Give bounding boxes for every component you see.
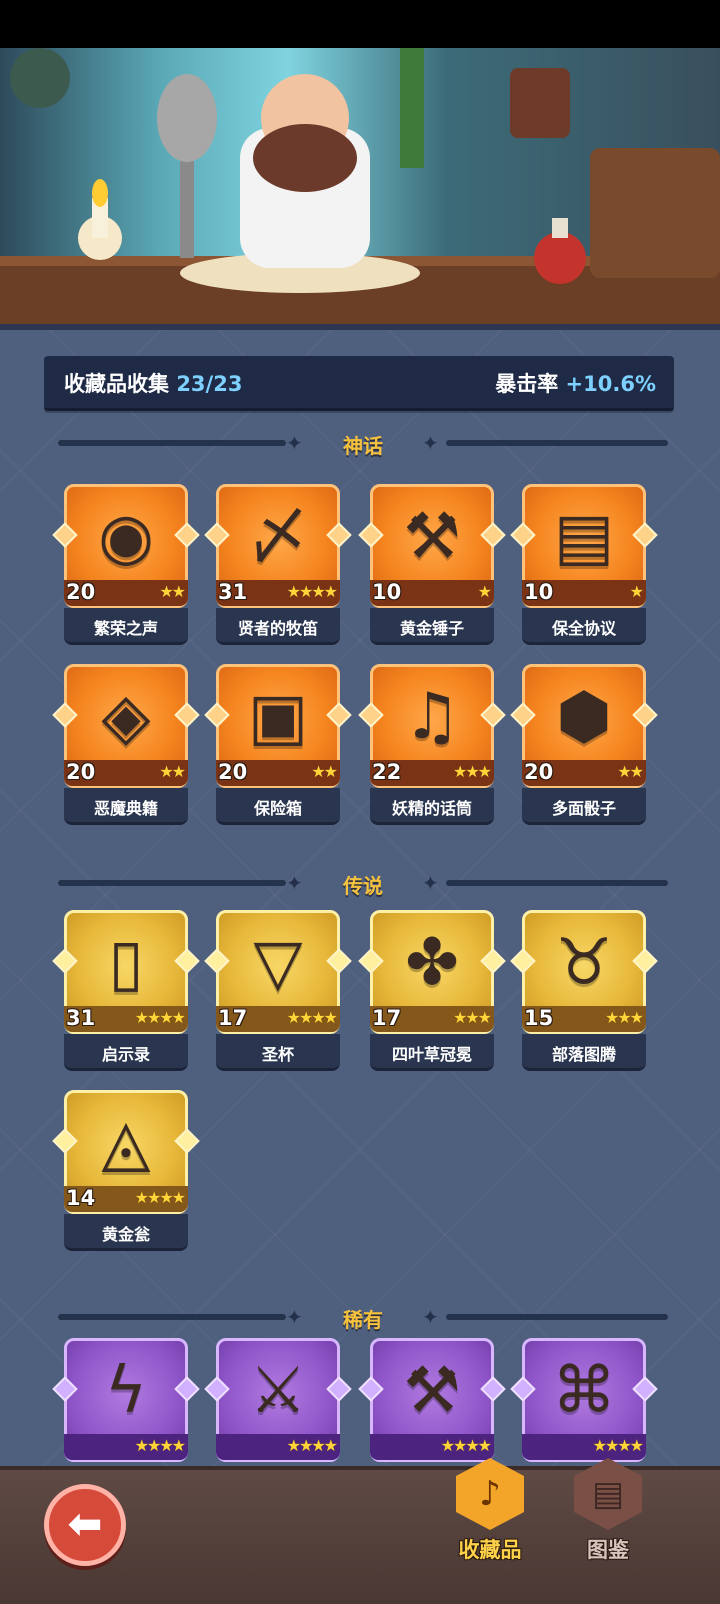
item-name: 圣杯 — [261, 1045, 294, 1064]
section-rare: ✦ ✦ 稀有 — [48, 1302, 678, 1332]
axe-icon: ⚒ — [403, 1354, 461, 1428]
item-name: 多面骰子 — [551, 799, 616, 818]
open-book-icon: ▯ — [108, 926, 144, 1000]
crit-value: +10.6% — [565, 372, 656, 396]
collectible-card[interactable]: ⚒ 10 ★ 黄金锤子 — [358, 484, 506, 646]
item-name: 保险箱 — [253, 799, 302, 818]
tab-collection-label: 收藏品 — [458, 1538, 522, 1562]
star-rating: ★ — [477, 582, 492, 601]
section-mythic: ✦ ✦ 神话 — [48, 428, 678, 458]
lyre-icon: ♪ — [456, 1458, 524, 1530]
merchant-banner — [0, 48, 720, 330]
item-name: 恶魔典籍 — [93, 799, 158, 818]
item-count: 10 — [524, 580, 554, 604]
golden-urn-icon: ◬ — [101, 1106, 151, 1180]
star-rating: ★★★ — [452, 762, 492, 781]
contract-icon: ▤ — [553, 500, 615, 574]
item-count: 22 — [372, 760, 402, 784]
book-icon: ▤ — [574, 1458, 642, 1530]
section-title-rare: 稀有 — [343, 1308, 383, 1332]
collectible-card[interactable]: ▽ 17 ★★★★ 圣杯 — [204, 910, 352, 1072]
collectible-card[interactable]: ♉ 15 ★★★ 部落图腾 — [510, 910, 658, 1072]
star-rating: ★★★★ — [440, 1436, 492, 1455]
fairy-microphone-icon: ♫ — [403, 680, 461, 754]
status-bar — [0, 0, 720, 48]
hammer-icon: ⚒ — [403, 500, 461, 574]
collectible-card[interactable]: ✤ 17 ★★★ 四叶草冠冕 — [358, 910, 506, 1072]
collectible-card[interactable]: ◬ 14 ★★★★ 黄金瓮 — [52, 1090, 200, 1252]
star-rating: ★★★ — [604, 1008, 644, 1027]
star-rating: ★★★★ — [286, 582, 338, 601]
item-name: 黄金锤子 — [399, 619, 464, 638]
back-button[interactable]: ⬅ — [44, 1484, 126, 1566]
tab-codex-label: 图鉴 — [587, 1538, 629, 1562]
section-title-mythic: 神话 — [343, 434, 383, 458]
collectible-card[interactable]: ⬢ 20 ★★ 多面骰子 — [510, 664, 658, 826]
collectible-card[interactable]: ◈ 20 ★★ 恶魔典籍 — [52, 664, 200, 826]
item-name: 妖精的话筒 — [391, 799, 472, 818]
item-name: 启示录 — [101, 1045, 150, 1064]
item-count: 17 — [372, 1006, 402, 1030]
item-name: 部落图腾 — [551, 1045, 616, 1064]
star-rating: ★★★★ — [592, 1436, 644, 1455]
tab-codex[interactable]: ▤ 图鉴 — [560, 1458, 656, 1568]
collection-label: 收藏品收集 — [64, 372, 169, 396]
dice-icon: ⬢ — [556, 680, 612, 754]
item-name: 贤者的牧笛 — [237, 619, 318, 638]
item-count: 31 — [218, 580, 248, 604]
ice-sword-icon: ⚔ — [249, 1354, 307, 1428]
flute-icon: 〆 — [246, 500, 310, 574]
collectible-card[interactable]: ▤ 10 ★ 保全协议 — [510, 484, 658, 646]
item-name: 四叶草冠冕 — [391, 1045, 472, 1064]
item-name: 繁荣之声 — [93, 619, 158, 638]
section-legendary: ✦ ✦ 传说 — [48, 868, 678, 898]
demon-book-icon: ◈ — [101, 680, 151, 754]
star-rating: ★★★★ — [134, 1188, 186, 1207]
star-rating: ★★★ — [452, 1008, 492, 1027]
item-count: 20 — [524, 760, 554, 784]
tab-collection[interactable]: ♪ 收藏品 — [442, 1458, 538, 1568]
collectible-card[interactable]: ▯ 31 ★★★★ 启示录 — [52, 910, 200, 1072]
star-rating: ★★★★ — [134, 1436, 186, 1455]
merchant-illustration — [0, 48, 720, 324]
lightning-card-icon: ϟ — [104, 1354, 148, 1428]
item-count: 20 — [218, 760, 248, 784]
star-rating: ★★★★ — [286, 1008, 338, 1027]
item-count: 14 — [66, 1186, 96, 1210]
star-rating: ★★★★ — [134, 1008, 186, 1027]
collectible-card[interactable]: 〆 31 ★★★★ 贤者的牧笛 — [204, 484, 352, 646]
star-rating: ★★ — [159, 582, 186, 601]
item-count: 17 — [218, 1006, 248, 1030]
item-count: 20 — [66, 580, 96, 604]
star-rating: ★ — [629, 582, 644, 601]
grail-icon: ▽ — [253, 926, 303, 1000]
item-name: 黄金瓮 — [101, 1225, 150, 1244]
item-count: 20 — [66, 760, 96, 784]
treasure-chest-icon: ▣ — [247, 680, 309, 754]
back-arrow-icon: ⬅ — [67, 1499, 103, 1548]
star-rating: ★★ — [617, 762, 644, 781]
collectible-card[interactable]: ▣ 20 ★★ 保险箱 — [204, 664, 352, 826]
crit-label: 暴击率 — [495, 372, 559, 396]
star-rating: ★★ — [311, 762, 338, 781]
blue-orb-icon: ◉ — [98, 500, 154, 574]
collection-count: 23/23 — [176, 372, 243, 396]
collection-stats-bar: 收藏品收集 23/23 暴击率 +10.6% — [44, 356, 674, 411]
item-count: 15 — [524, 1006, 554, 1030]
clover-crown-icon: ✤ — [405, 926, 459, 1000]
collectible-card[interactable]: ♫ 22 ★★★ 妖精的话筒 — [358, 664, 506, 826]
item-count: 10 — [372, 580, 402, 604]
collection-progress: 收藏品收集 23/23 — [64, 368, 242, 398]
collectible-card[interactable]: ◉ 20 ★★ 繁荣之声 — [52, 484, 200, 646]
thorn-vine-icon: ⌘ — [552, 1354, 616, 1428]
totem-icon: ♉ — [555, 926, 613, 1000]
item-count: 31 — [66, 1006, 96, 1030]
section-title-legendary: 传说 — [343, 874, 383, 898]
star-rating: ★★ — [159, 762, 186, 781]
star-rating: ★★★★ — [286, 1436, 338, 1455]
item-name: 保全协议 — [551, 619, 616, 638]
crit-rate: 暴击率 +10.6% — [495, 368, 656, 398]
